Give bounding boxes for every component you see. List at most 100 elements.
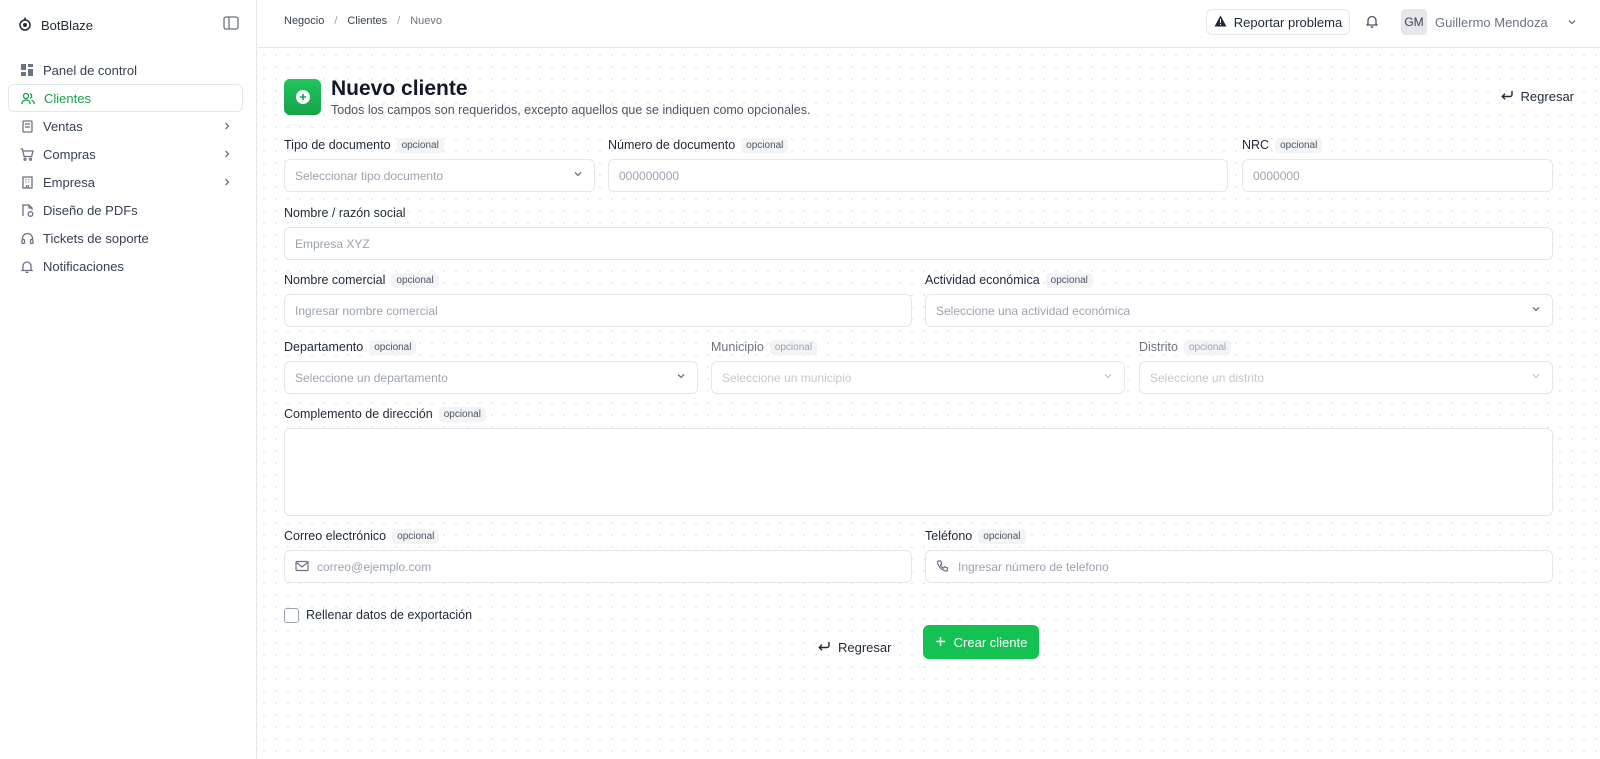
headset-icon [20,231,34,245]
sidebar-nav: Panel de control Clientes Ventas Compras… [8,56,243,280]
trade-name-label-text: Nombre comercial [284,273,386,287]
sidebar-item-ventas[interactable]: Ventas [8,112,243,140]
doc-type-placeholder: Seleccionar tipo documento [295,168,444,183]
trade-name-placeholder: Ingresar nombre comercial [295,303,438,318]
chevron-down-icon [572,168,584,183]
building-icon [20,175,34,189]
nrc-placeholder: 0000000 [1253,168,1300,183]
chevron-down-icon [675,370,687,385]
back-button-top[interactable]: Regresar [1500,89,1574,104]
optional-badge: opcional [741,137,789,153]
plus-circle-icon [284,79,321,115]
department-select[interactable]: Seleccione un departamento [284,361,698,394]
optional-badge: opcional [1045,272,1093,288]
back-button-label: Regresar [838,639,892,655]
page-subtitle: Todos los campos son requeridos, excepto… [331,103,811,117]
top-header: Negocio / Clientes / Nuevo Reportar prob… [258,0,1600,48]
receipt-icon [20,119,34,133]
phone-label-text: Teléfono [925,529,973,543]
return-arrow-icon [818,640,830,655]
district-placeholder: Seleccione un distrito [1150,370,1265,385]
doc-type-select[interactable]: Seleccionar tipo documento [284,159,595,192]
sidebar-item-label: Empresa [43,174,96,190]
doc-number-label: Número de documento opcional [608,136,789,154]
report-problem-button[interactable]: Reportar problema [1206,9,1350,35]
chevron-right-icon [221,148,233,160]
name-label: Nombre / razón social [284,204,406,222]
sidebar-item-empresa[interactable]: Empresa [8,168,243,196]
email-label-text: Correo electrónico [284,529,387,543]
create-client-button[interactable]: Crear cliente [923,625,1039,659]
trade-name-input[interactable]: Ingresar nombre comercial [284,294,912,327]
phone-icon [936,559,950,574]
department-label: Departamento opcional [284,338,417,356]
doc-type-label: Tipo de documento opcional [284,136,444,154]
name-placeholder: Empresa XYZ [295,236,370,251]
mail-icon [295,560,309,574]
department-placeholder: Seleccione un departamento [295,370,448,385]
name-input[interactable]: Empresa XYZ [284,227,1553,260]
address-textarea[interactable] [284,428,1553,516]
breadcrumb-item-clientes[interactable]: Clientes [347,15,387,27]
sidebar-item-notificaciones[interactable]: Notificaciones [8,252,243,280]
sidebar-item-tickets-soporte[interactable]: Tickets de soporte [8,224,243,252]
brand-name: BotBlaze [41,17,94,33]
name-label-text: Nombre / razón social [284,206,406,220]
user-menu[interactable]: GM Guillermo Mendoza [1401,9,1578,35]
back-button-label: Regresar [1520,89,1574,104]
nrc-input[interactable]: 0000000 [1242,159,1553,192]
brand[interactable]: BotBlaze [18,15,93,35]
activity-select[interactable]: Seleccione una actividad económica [925,294,1553,327]
breadcrumb-item-current: Nuevo [410,15,443,27]
address-label-text: Complemento de dirección [284,407,433,421]
optional-badge: opcional [392,528,440,544]
doc-type-label-text: Tipo de documento [284,138,391,152]
nrc-label-text: NRC [1242,138,1270,152]
sidebar: BotBlaze Panel de control Clientes Venta… [0,0,257,759]
phone-label: Teléfono opcional [925,527,1026,545]
export-data-checkbox[interactable] [284,608,299,623]
sidebar-item-clientes[interactable]: Clientes [8,84,243,112]
optional-badge: opcional [438,406,486,422]
page-title: Nuevo cliente [331,77,468,100]
address-label: Complemento de dirección opcional [284,405,486,423]
breadcrumb-separator: / [397,15,401,27]
department-label-text: Departamento [284,340,364,354]
optional-badge: opcional [1275,137,1323,153]
optional-badge: opcional [396,137,444,153]
create-client-label: Crear cliente [953,634,1028,650]
sidebar-item-diseno-pdfs[interactable]: Diseño de PDFs [8,196,243,224]
chevron-right-icon [221,120,233,132]
phone-input[interactable]: Ingresar número de telefono [925,550,1553,583]
back-button-bottom[interactable]: Regresar [818,631,891,663]
export-data-label[interactable]: Rellenar datos de exportación [306,608,472,622]
chevron-down-icon [1530,370,1542,385]
bell-icon [20,259,34,273]
activity-label-text: Actividad económica [925,273,1040,287]
sidebar-item-compras[interactable]: Compras [8,140,243,168]
dashboard-icon [20,63,34,77]
sidebar-toggle-icon[interactable] [223,16,241,34]
breadcrumb-item-negocio[interactable]: Negocio [284,15,324,27]
municipality-select[interactable]: Seleccione un municipio [711,361,1125,394]
plus-icon [935,635,946,650]
breadcrumb-separator: / [334,15,338,27]
sidebar-item-label: Compras [43,146,96,162]
optional-badge: opcional [1183,339,1232,355]
phone-placeholder: Ingresar número de telefono [958,559,1109,574]
chevron-down-icon [1566,16,1578,28]
district-label-text: Distrito [1139,340,1178,354]
breadcrumb: Negocio / Clientes / Nuevo [284,15,442,27]
chevron-right-icon [221,176,233,188]
municipality-placeholder: Seleccione un municipio [722,370,852,385]
doc-number-input[interactable]: 000000000 [608,159,1228,192]
notifications-bell-icon[interactable] [1365,14,1382,30]
avatar: GM [1401,9,1427,35]
email-input[interactable]: correo@ejemplo.com [284,550,912,583]
cart-icon [20,147,34,161]
sidebar-item-label: Ventas [43,118,83,134]
district-select[interactable]: Seleccione un distrito [1139,361,1553,394]
district-label: Distrito opcional [1139,338,1232,356]
municipality-label-text: Municipio [711,340,764,354]
sidebar-item-panel-de-control[interactable]: Panel de control [8,56,243,84]
